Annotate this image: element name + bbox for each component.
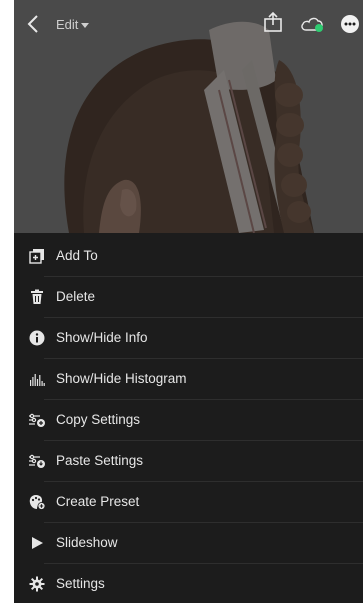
menu-item-settings[interactable]: Settings: [14, 564, 363, 603]
create-preset-icon: [28, 493, 46, 511]
menu-item-show-hide-info[interactable]: Show/Hide Info: [14, 318, 363, 358]
menu-item-label: Paste Settings: [56, 453, 144, 468]
menu-item-label: Show/Hide Info: [56, 330, 148, 345]
menu-item-slideshow[interactable]: Slideshow: [14, 523, 363, 563]
chevron-down-icon: [81, 23, 90, 29]
histogram-icon: [28, 370, 46, 388]
options-menu: Add To Delete Show/Hide Info Show/Hide H…: [14, 233, 363, 603]
more-options-icon[interactable]: [340, 14, 360, 34]
top-bar: Edit: [14, 0, 363, 52]
menu-item-label: Settings: [56, 576, 105, 591]
play-icon: [28, 534, 46, 552]
menu-item-paste-settings[interactable]: Paste Settings: [14, 441, 363, 481]
info-icon: [28, 329, 46, 347]
share-icon[interactable]: [263, 11, 283, 33]
menu-item-label: Create Preset: [56, 494, 140, 509]
edit-mode-dropdown[interactable]: Edit: [56, 17, 90, 32]
menu-item-copy-settings[interactable]: Copy Settings: [14, 400, 363, 440]
menu-item-label: Add To: [56, 248, 98, 263]
paste-settings-icon: [28, 452, 46, 470]
app-screen: Edit Add To Delete Show/Hide Info Show/H…: [14, 0, 363, 603]
menu-item-label: Show/Hide Histogram: [56, 371, 187, 386]
add-to-icon: [28, 247, 46, 265]
menu-item-add-to[interactable]: Add To: [14, 236, 363, 276]
copy-settings-icon: [28, 411, 46, 429]
edit-label: Edit: [56, 17, 79, 32]
menu-item-label: Copy Settings: [56, 412, 141, 427]
trash-icon: [28, 288, 46, 306]
menu-item-label: Slideshow: [56, 535, 118, 550]
cloud-sync-icon[interactable]: [300, 15, 326, 33]
menu-item-label: Delete: [56, 289, 96, 304]
menu-item-show-hide-histogram[interactable]: Show/Hide Histogram: [14, 359, 363, 399]
menu-item-create-preset[interactable]: Create Preset: [14, 482, 363, 522]
menu-item-delete[interactable]: Delete: [14, 277, 363, 317]
back-chevron-icon[interactable]: [24, 12, 44, 36]
photo-preview: Edit: [14, 0, 363, 233]
gear-icon: [28, 575, 46, 593]
